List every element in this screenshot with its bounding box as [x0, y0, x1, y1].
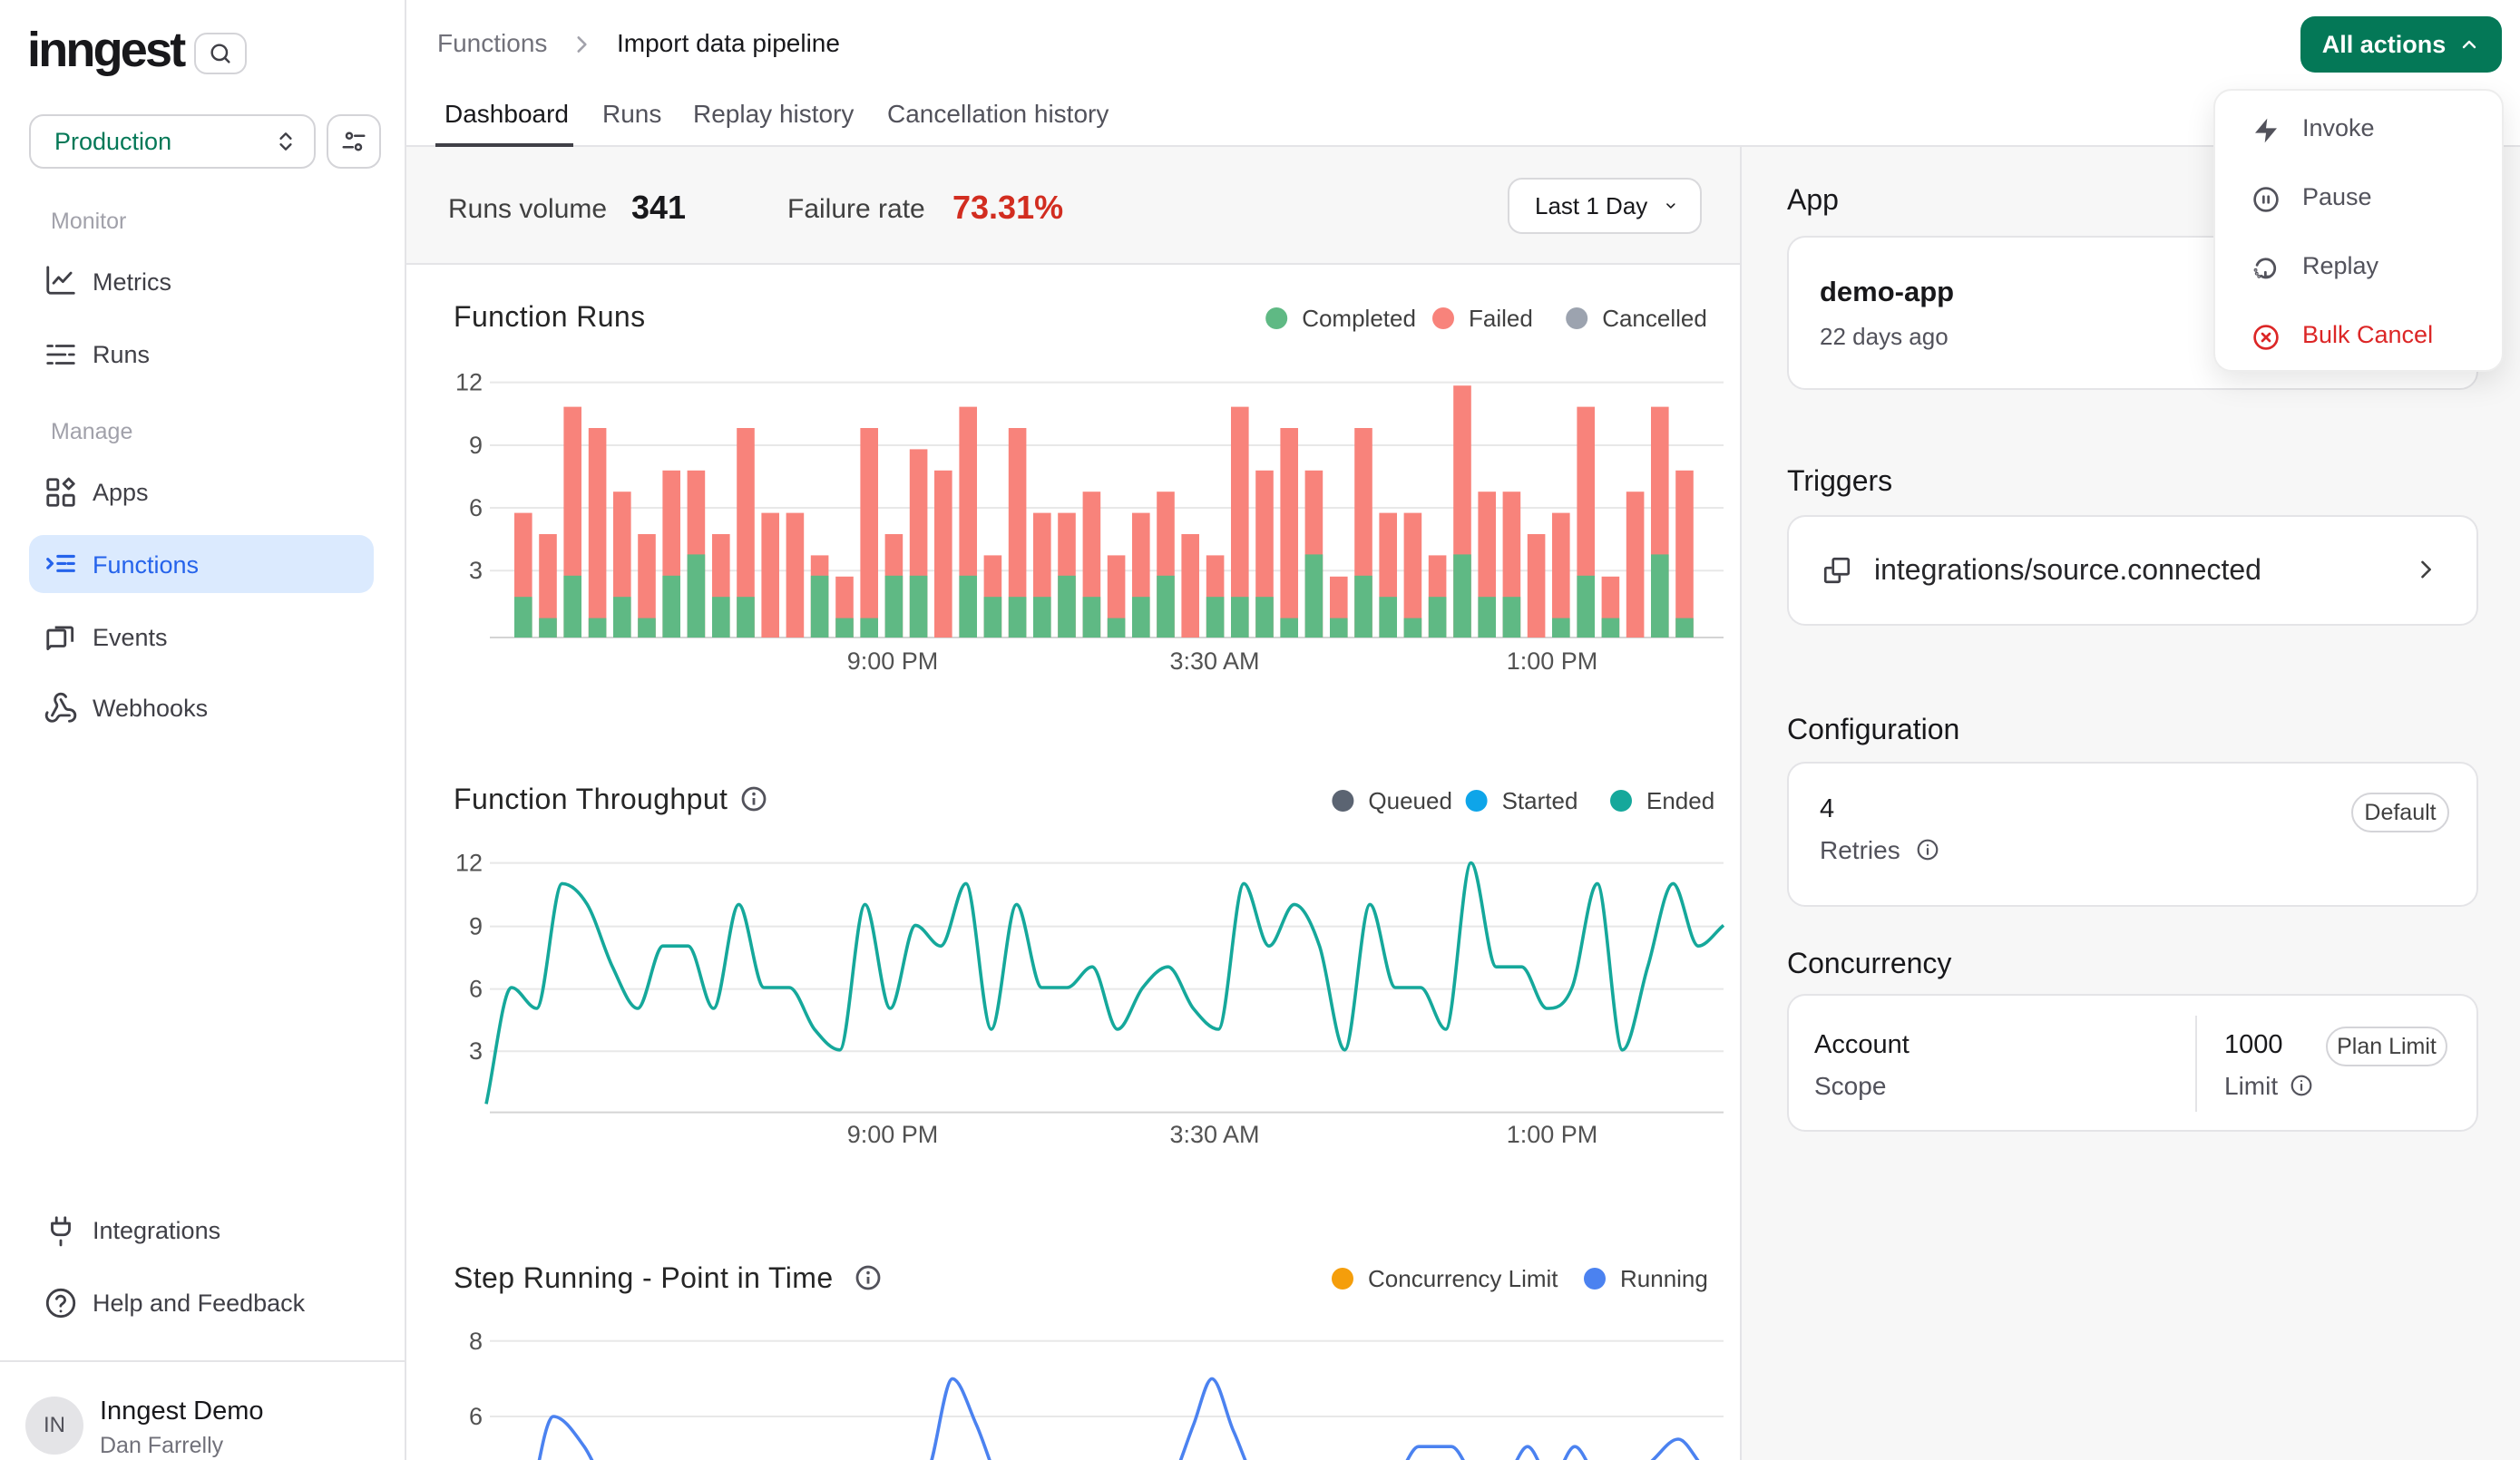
svg-text:Function Throughput: Function Throughput: [454, 783, 728, 815]
svg-text:Cancelled: Cancelled: [1602, 305, 1707, 332]
svg-text:6: 6: [469, 494, 483, 521]
svg-text:3: 3: [469, 1037, 483, 1065]
svg-text:8: 8: [469, 1328, 483, 1355]
svg-text:9:00 PM: 9:00 PM: [847, 1121, 939, 1148]
svg-text:Queued: Queued: [1368, 787, 1452, 814]
svg-text:12: 12: [455, 850, 483, 877]
svg-text:Failed: Failed: [1469, 305, 1533, 332]
svg-text:1:00 PM: 1:00 PM: [1507, 647, 1598, 675]
svg-text:Ended: Ended: [1646, 787, 1714, 814]
svg-text:9: 9: [469, 913, 483, 940]
svg-text:6: 6: [469, 1403, 483, 1430]
svg-text:Started: Started: [1502, 787, 1578, 814]
svg-text:9:00 PM: 9:00 PM: [847, 647, 939, 675]
svg-text:Function Runs: Function Runs: [454, 300, 646, 333]
svg-text:3: 3: [469, 557, 483, 584]
svg-text:Concurrency Limit: Concurrency Limit: [1368, 1265, 1558, 1292]
svg-text:Running: Running: [1620, 1265, 1708, 1292]
svg-text:6: 6: [469, 976, 483, 1003]
svg-text:1:00 PM: 1:00 PM: [1507, 1121, 1598, 1148]
svg-text:3:30 AM: 3:30 AM: [1169, 647, 1259, 675]
svg-text:3:30 AM: 3:30 AM: [1169, 1121, 1259, 1148]
svg-text:12: 12: [455, 369, 483, 396]
svg-text:Step Running - Point in Time: Step Running - Point in Time: [454, 1261, 834, 1294]
svg-text:Completed: Completed: [1302, 305, 1416, 332]
svg-text:9: 9: [469, 432, 483, 459]
